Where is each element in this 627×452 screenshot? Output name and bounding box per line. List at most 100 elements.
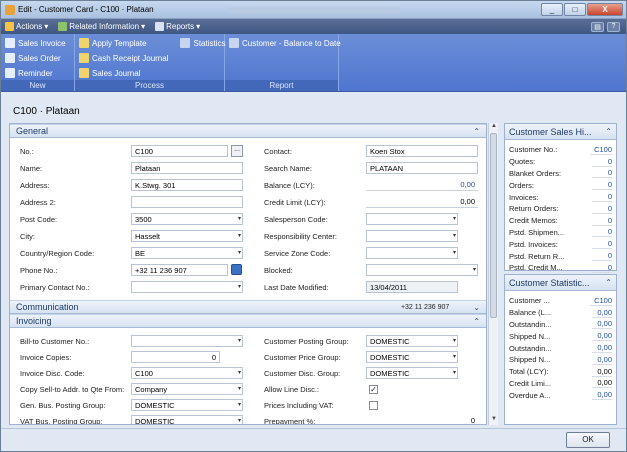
search-name-field[interactable]: PLATAAN bbox=[366, 162, 478, 174]
dropdown-icon[interactable]: ▾ bbox=[238, 248, 241, 258]
dropdown-icon[interactable]: ▾ bbox=[238, 214, 241, 224]
post-code-field[interactable]: 3500 ▾ bbox=[131, 213, 243, 225]
dropdown-icon[interactable]: ▾ bbox=[238, 336, 241, 346]
customer-balance-to-date-button[interactable]: Customer - Balance to Date bbox=[229, 37, 341, 49]
expand-icon[interactable]: ⌄ bbox=[473, 303, 480, 312]
vat-bus-field[interactable]: DOMESTIC ▾ bbox=[131, 415, 243, 424]
invoice-copies-field[interactable]: 0 bbox=[131, 351, 220, 363]
cust-posting-field[interactable]: DOMESTIC ▾ bbox=[366, 335, 458, 347]
factbox-header[interactable]: Customer Statistic... ⌃ bbox=[505, 275, 616, 291]
apply-template-button[interactable]: Apply Template bbox=[79, 37, 168, 49]
dropdown-icon[interactable]: ▾ bbox=[453, 336, 456, 346]
factbox-header[interactable]: Customer Sales Hi... ⌃ bbox=[505, 124, 616, 140]
actions-menu[interactable]: Actions ▾ bbox=[5, 22, 48, 31]
dropdown-icon[interactable]: ▾ bbox=[453, 368, 456, 378]
customize-icon[interactable]: ▤ bbox=[591, 21, 604, 32]
credit-limit-field[interactable]: 0,00 bbox=[366, 196, 478, 208]
blocked-field[interactable]: ▾ bbox=[366, 264, 478, 276]
address-field[interactable]: K.Stwg. 301 bbox=[131, 179, 243, 191]
maximize-button[interactable]: □ bbox=[564, 3, 586, 16]
primary-contact-field[interactable]: ▾ bbox=[131, 281, 243, 293]
collapse-icon[interactable]: ⌃ bbox=[605, 278, 612, 287]
factbox-key: Customer ... bbox=[509, 296, 550, 306]
name-field[interactable]: Plataan bbox=[131, 162, 243, 174]
prepayment-field[interactable]: 0 bbox=[366, 415, 478, 424]
factbox-value[interactable]: 0,00 bbox=[592, 390, 612, 401]
copy-sell-value: Company bbox=[135, 385, 168, 394]
no-field[interactable]: C100 bbox=[131, 145, 228, 157]
phone-dial-icon[interactable] bbox=[231, 264, 242, 275]
factbox-value[interactable]: C100 bbox=[590, 145, 612, 155]
scroll-down-icon[interactable]: ▼ bbox=[489, 416, 499, 425]
balance-value[interactable]: 0,00 bbox=[366, 179, 478, 191]
address2-field[interactable] bbox=[131, 196, 243, 208]
invoice-disc-field[interactable]: C100 ▾ bbox=[131, 367, 243, 379]
gen-bus-field[interactable]: DOMESTIC ▾ bbox=[131, 399, 243, 411]
dropdown-icon[interactable]: ▾ bbox=[453, 248, 456, 258]
copy-sell-select[interactable]: Company ▾ bbox=[131, 383, 243, 395]
city-field[interactable]: Hasselt ▾ bbox=[131, 230, 243, 242]
factbox-value[interactable]: 0 bbox=[592, 157, 612, 167]
factbox-value[interactable]: 0 bbox=[592, 192, 612, 203]
dropdown-icon[interactable]: ▾ bbox=[473, 265, 476, 275]
collapse-icon[interactable]: ⌃ bbox=[605, 127, 612, 136]
salesperson-field[interactable]: ▾ bbox=[366, 213, 458, 225]
factbox-value[interactable]: 0 bbox=[592, 216, 612, 226]
dropdown-icon[interactable]: ▾ bbox=[238, 400, 241, 410]
dropdown-icon[interactable]: ▾ bbox=[238, 384, 241, 394]
factbox-value[interactable]: 0,00 bbox=[592, 331, 612, 342]
minimize-button[interactable]: _ bbox=[541, 3, 563, 16]
communication-section-header[interactable]: Communication +32 11 236 907 ⌄ bbox=[10, 300, 486, 314]
factbox-value[interactable]: 0,00 bbox=[592, 343, 612, 354]
dropdown-icon[interactable]: ▾ bbox=[453, 231, 456, 241]
sales-journal-button[interactable]: Sales Journal bbox=[79, 67, 168, 79]
close-button[interactable]: X bbox=[587, 3, 623, 16]
cash-receipt-journal-button[interactable]: Cash Receipt Journal bbox=[79, 52, 168, 64]
factbox-value[interactable]: 0,00 bbox=[592, 355, 612, 365]
dropdown-icon[interactable]: ▾ bbox=[238, 368, 241, 378]
statistics-button[interactable]: Statistics bbox=[180, 37, 226, 49]
assist-edit-button[interactable]: ... bbox=[231, 145, 243, 157]
service-zone-field[interactable]: ▾ bbox=[366, 247, 458, 259]
factbox-value[interactable]: 0 bbox=[592, 204, 612, 214]
reports-menu[interactable]: Reports ▾ bbox=[155, 22, 200, 31]
factbox-value[interactable]: C100 bbox=[590, 296, 612, 306]
resp-center-field[interactable]: ▾ bbox=[366, 230, 458, 242]
bill-to-field[interactable]: ▾ bbox=[131, 335, 243, 347]
invoicing-section-header[interactable]: Invoicing ⌃ bbox=[10, 314, 486, 328]
help-icon[interactable]: ? bbox=[607, 21, 620, 32]
cust-price-field[interactable]: DOMESTIC ▾ bbox=[366, 351, 458, 363]
dropdown-icon[interactable]: ▾ bbox=[453, 214, 456, 224]
dropdown-icon[interactable]: ▾ bbox=[453, 352, 456, 362]
reminder-button[interactable]: Reminder bbox=[5, 67, 66, 79]
list-item: Customer No.: C100 bbox=[505, 144, 616, 156]
ok-button[interactable]: OK bbox=[566, 432, 610, 448]
scroll-up-icon[interactable]: ▲ bbox=[489, 123, 499, 132]
allow-line-disc-checkbox[interactable]: ✓ bbox=[369, 385, 378, 394]
related-information-label: Related Information bbox=[69, 22, 140, 31]
cust-disc-field[interactable]: DOMESTIC ▾ bbox=[366, 367, 458, 379]
factbox-value[interactable]: 0,00 bbox=[592, 319, 612, 330]
factbox-value[interactable]: 0 bbox=[592, 168, 612, 179]
collapse-icon[interactable]: ⌃ bbox=[473, 127, 480, 136]
vertical-scrollbar[interactable]: ▲ ▼ bbox=[488, 123, 498, 425]
dropdown-icon[interactable]: ▾ bbox=[238, 231, 241, 241]
sales-invoice-button[interactable]: Sales Invoice bbox=[5, 37, 66, 49]
general-section-header[interactable]: General ⌃ bbox=[10, 124, 486, 138]
factbox-value[interactable]: 0 bbox=[592, 180, 612, 191]
country-field[interactable]: BE ▾ bbox=[131, 247, 243, 259]
factbox-value[interactable]: 0,00 bbox=[592, 308, 612, 318]
factbox-value[interactable]: 0 bbox=[592, 227, 612, 238]
collapse-icon[interactable]: ⌃ bbox=[473, 317, 480, 326]
phone-field[interactable]: +32 11 236 907 bbox=[131, 264, 228, 276]
sales-order-button[interactable]: Sales Order bbox=[5, 52, 66, 64]
dropdown-icon[interactable]: ▾ bbox=[238, 416, 241, 424]
dropdown-icon[interactable]: ▾ bbox=[238, 282, 241, 292]
related-information-menu[interactable]: Related Information ▾ bbox=[58, 22, 145, 31]
scroll-thumb[interactable] bbox=[490, 133, 497, 318]
factbox-value[interactable]: 0 bbox=[592, 239, 612, 250]
factbox-value[interactable]: 0 bbox=[592, 263, 612, 273]
contact-field[interactable]: Koen Stox bbox=[366, 145, 478, 157]
factbox-value[interactable]: 0 bbox=[592, 251, 612, 262]
prices-incl-vat-checkbox[interactable] bbox=[369, 401, 378, 410]
